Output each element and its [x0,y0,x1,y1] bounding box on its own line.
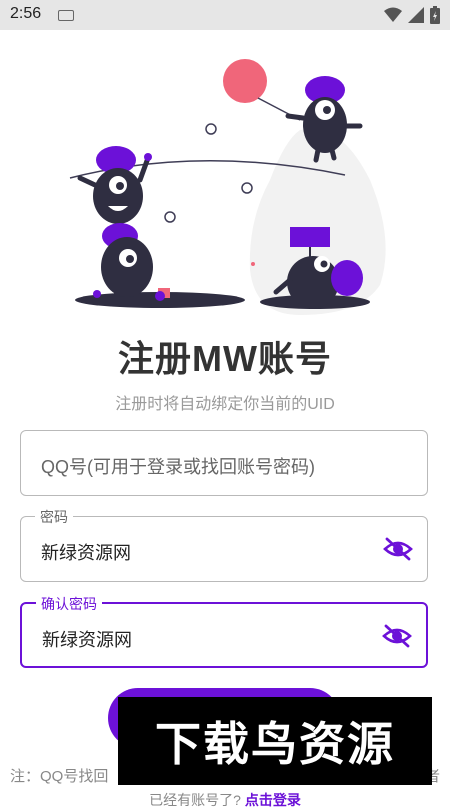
status-icons [384,6,440,24]
password-label: 密码 [35,507,73,527]
confirm-password-label: 确认密码 [36,594,102,614]
qq-number-placeholder: QQ号(可用于登录或找回账号密码) [41,457,315,477]
monsters-illustration [69,59,386,315]
status-time: 2:56 [10,5,42,22]
keyboard-icon [58,10,74,21]
status-bar: 2:56 [0,0,450,30]
signal-icon [408,7,424,23]
password-field[interactable]: 密码 新绿资源网 [20,507,428,582]
footer-note: 注：QQ号找回 [10,768,109,785]
qq-number-field[interactable]: QQ号(可用于登录或找回账号密码) [20,430,428,496]
confirm-password-field[interactable]: 确认密码 新绿资源网 [20,594,428,668]
visibility-off-icon[interactable] [383,537,413,561]
battery-icon [430,6,440,24]
has-account-text: 已经有账号了? [149,792,241,808]
login-link[interactable]: 点击登录 [245,792,301,808]
wifi-icon [384,7,402,22]
page-subtitle: 注册时将自动绑定你当前的UID [115,396,335,413]
password-value: 新绿资源网 [41,543,131,563]
watermark-text: 下载鸟资源 [155,717,395,771]
visibility-off-icon[interactable] [382,624,412,648]
page-title: 注册MW账号 [118,338,332,379]
watermark-overlay: 下载鸟资源 [118,697,432,785]
confirm-password-value: 新绿资源网 [42,630,132,650]
login-prompt: 已经有账号了? 点击登录 [0,790,450,810]
